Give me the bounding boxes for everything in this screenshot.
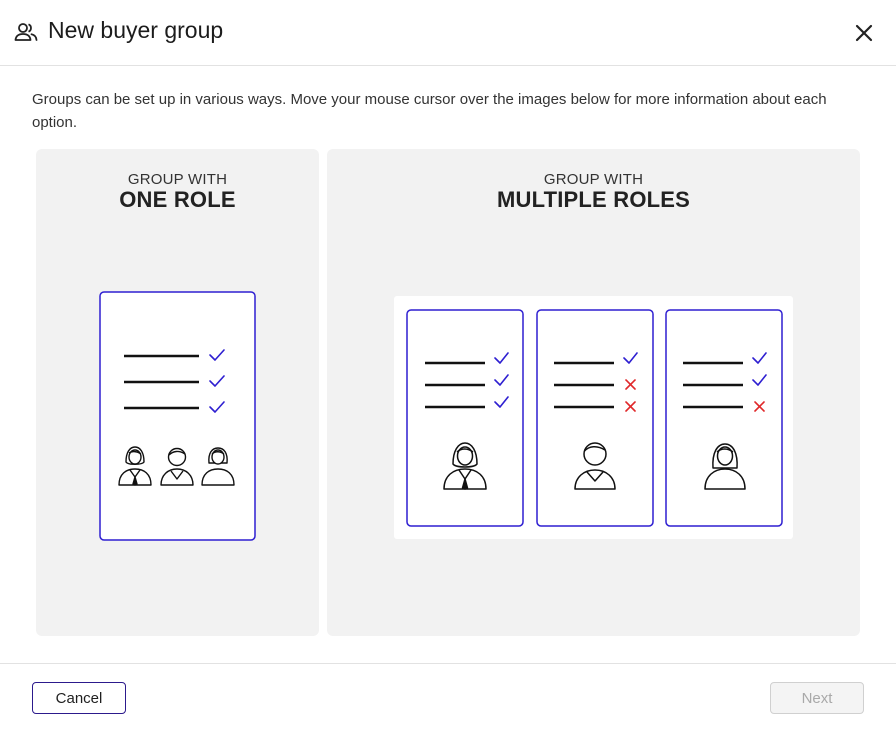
intro-text: Groups can be set up in various ways. Mo…: [32, 91, 827, 131]
option-heading: ONE ROLE: [119, 187, 236, 212]
one-role-illustration: [99, 291, 256, 541]
dialog-header: New buyer group: [0, 0, 896, 66]
users-icon: [14, 23, 38, 41]
multiple-roles-illustration: [394, 296, 793, 539]
option-heading: MULTIPLE ROLES: [496, 187, 691, 212]
dialog-footer: Cancel Next: [0, 663, 896, 729]
option-kicker: GROUP WITH: [127, 171, 228, 188]
cancel-button[interactable]: Cancel: [32, 682, 126, 714]
dialog-title: New buyer group: [48, 17, 224, 43]
option-kicker: GROUP WITH: [543, 171, 644, 188]
option-one-role[interactable]: GROUP WITH ONE ROLE: [36, 149, 319, 636]
close-icon[interactable]: [851, 20, 877, 46]
option-multiple-roles[interactable]: GROUP WITH MULTIPLE ROLES: [327, 149, 860, 636]
next-button[interactable]: Next: [770, 682, 864, 714]
